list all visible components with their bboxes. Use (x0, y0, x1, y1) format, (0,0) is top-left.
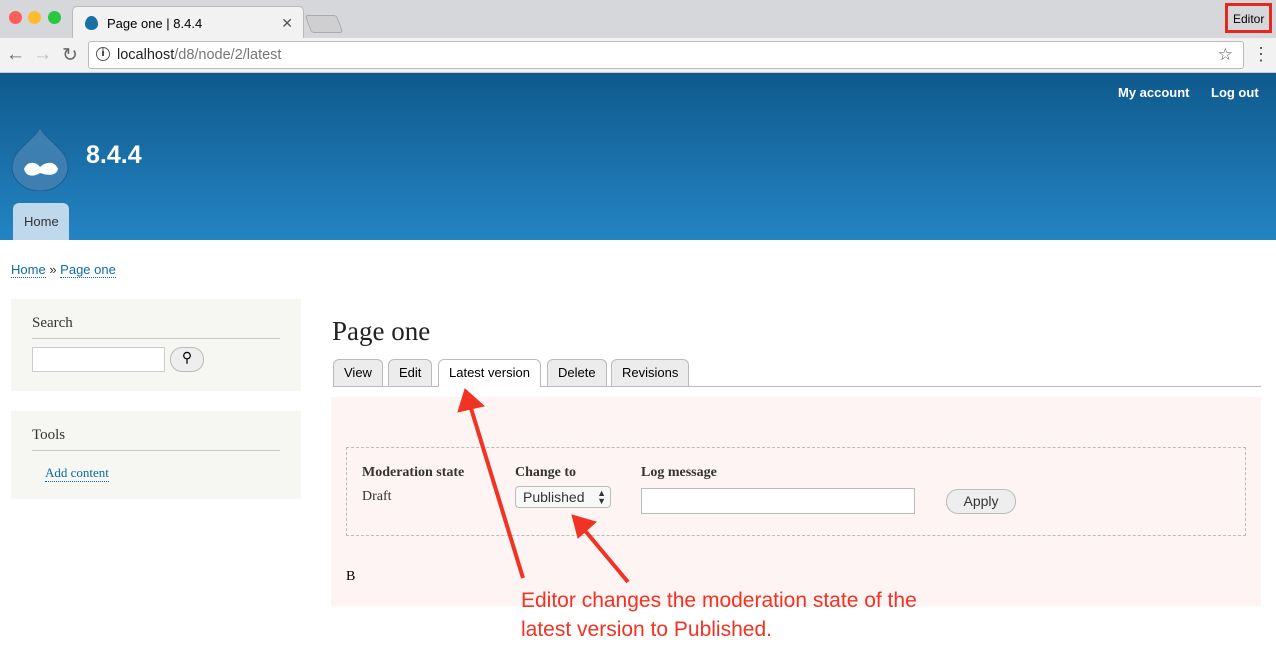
annotation-line-2: latest version to Published. (521, 618, 772, 641)
annotation-line-1: Editor changes the moderation state of t… (521, 589, 917, 612)
arrowhead-icon (571, 514, 598, 539)
annotation-text: Editor changes the moderation state of t… (521, 586, 917, 644)
arrow-to-select (580, 525, 630, 584)
annotation-arrows (457, 388, 630, 584)
arrow-to-latest-tab (468, 404, 525, 579)
arrowhead-icon (457, 388, 486, 413)
